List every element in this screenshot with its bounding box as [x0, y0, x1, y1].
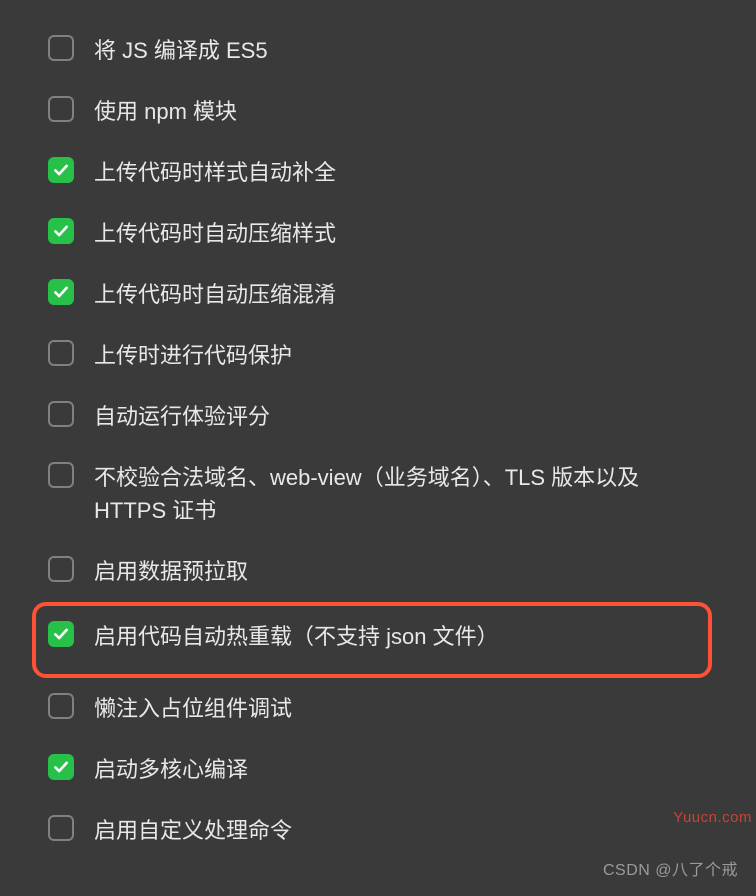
option-row[interactable]: 自动运行体验评分 — [48, 386, 708, 447]
checkbox-unchecked[interactable] — [48, 35, 74, 61]
option-label: 自动运行体验评分 — [94, 400, 708, 433]
checkmark-icon — [52, 758, 70, 776]
option-label: 上传代码时样式自动补全 — [94, 156, 708, 189]
checkmark-icon — [52, 161, 70, 179]
option-label: 启动多核心编译 — [94, 753, 708, 786]
option-label: 启用代码自动热重载（不支持 json 文件） — [94, 620, 696, 653]
option-label: 上传代码时自动压缩混淆 — [94, 278, 708, 311]
watermark-bottom: CSDN @八了个戒 — [603, 856, 738, 880]
option-row[interactable]: 上传代码时自动压缩样式 — [48, 203, 708, 264]
option-row[interactable]: 上传时进行代码保护 — [48, 325, 708, 386]
checkbox-checked[interactable] — [48, 621, 74, 647]
checkmark-icon — [52, 222, 70, 240]
checkbox-unchecked[interactable] — [48, 556, 74, 582]
checkbox-unchecked[interactable] — [48, 815, 74, 841]
option-row[interactable]: 启动多核心编译 — [48, 739, 708, 800]
option-label: 上传代码时自动压缩样式 — [94, 217, 708, 250]
option-row[interactable]: 启用数据预拉取 — [48, 541, 708, 602]
option-row[interactable]: 上传代码时样式自动补全 — [48, 142, 708, 203]
option-label: 懒注入占位组件调试 — [94, 692, 708, 725]
checkbox-unchecked[interactable] — [48, 96, 74, 122]
option-row[interactable]: 懒注入占位组件调试 — [48, 678, 708, 739]
checkbox-checked[interactable] — [48, 218, 74, 244]
option-label: 启用数据预拉取 — [94, 555, 708, 588]
option-row[interactable]: 使用 npm 模块 — [48, 81, 708, 142]
checkbox-unchecked[interactable] — [48, 340, 74, 366]
checkbox-unchecked[interactable] — [48, 693, 74, 719]
checkbox-checked[interactable] — [48, 279, 74, 305]
checkmark-icon — [52, 625, 70, 643]
checkbox-unchecked[interactable] — [48, 462, 74, 488]
option-label: 使用 npm 模块 — [94, 95, 708, 128]
option-row[interactable]: 上传代码时自动压缩混淆 — [48, 264, 708, 325]
checkbox-checked[interactable] — [48, 754, 74, 780]
option-row[interactable]: 将 JS 编译成 ES5 — [48, 20, 708, 81]
option-label: 启用自定义处理命令 — [94, 814, 708, 847]
option-row[interactable]: 不校验合法域名、web-view（业务域名）、TLS 版本以及 HTTPS 证书 — [48, 447, 708, 541]
option-row[interactable]: 启用自定义处理命令 — [48, 800, 708, 861]
checkbox-unchecked[interactable] — [48, 401, 74, 427]
option-label: 上传时进行代码保护 — [94, 339, 708, 372]
watermark-side: Yuucn.com — [673, 809, 752, 826]
settings-list: 将 JS 编译成 ES5 使用 npm 模块上传代码时样式自动补全上传代码时自动压… — [0, 0, 756, 881]
option-label: 不校验合法域名、web-view（业务域名）、TLS 版本以及 HTTPS 证书 — [94, 461, 708, 527]
checkmark-icon — [52, 283, 70, 301]
option-label: 将 JS 编译成 ES5 — [94, 34, 708, 67]
highlight-box: 启用代码自动热重载（不支持 json 文件） — [32, 602, 712, 678]
checkbox-checked[interactable] — [48, 157, 74, 183]
option-row[interactable]: 启用代码自动热重载（不支持 json 文件） — [48, 614, 696, 666]
